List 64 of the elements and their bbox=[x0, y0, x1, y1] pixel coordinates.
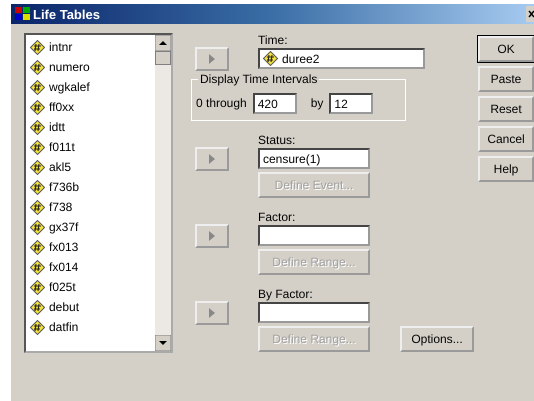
play-icon bbox=[209, 54, 215, 64]
numeric-variable-icon bbox=[30, 120, 45, 134]
window-title: Life Tables bbox=[33, 6, 100, 22]
scroll-up-icon[interactable] bbox=[155, 35, 171, 51]
numeric-variable-icon bbox=[30, 220, 45, 234]
by-label: by bbox=[310, 96, 324, 110]
dialog-button[interactable]: Cancel bbox=[478, 126, 534, 152]
numeric-variable-icon bbox=[30, 140, 45, 154]
list-item[interactable]: gx37f bbox=[49, 220, 78, 234]
through-label: 0 through bbox=[196, 96, 247, 110]
list-item[interactable]: f736b bbox=[49, 180, 80, 194]
dialog-button[interactable]: Reset bbox=[478, 96, 534, 122]
numeric-variable-icon bbox=[30, 260, 45, 274]
options-button[interactable]: Options... bbox=[400, 326, 474, 352]
list-item[interactable]: wgkalef bbox=[49, 80, 90, 94]
field-label: By Factor: bbox=[258, 287, 314, 301]
move-right-button[interactable] bbox=[195, 147, 229, 171]
move-right-button[interactable] bbox=[195, 47, 229, 71]
numeric-variable-icon bbox=[263, 51, 278, 66]
dialog-button[interactable]: OK bbox=[478, 36, 534, 62]
time-label: Time: bbox=[258, 33, 289, 47]
through-field[interactable]: 420 bbox=[252, 93, 297, 114]
numeric-variable-icon bbox=[30, 320, 45, 334]
numeric-variable-icon bbox=[30, 280, 45, 294]
list-item[interactable]: intnr bbox=[49, 40, 72, 54]
field-label: Status: bbox=[258, 133, 296, 147]
list-item[interactable]: f011t bbox=[49, 140, 75, 154]
numeric-variable-icon bbox=[30, 80, 45, 94]
numeric-variable-icon bbox=[30, 160, 45, 174]
field-label: Factor: bbox=[258, 210, 296, 224]
list-item[interactable]: f025t bbox=[49, 280, 76, 294]
by-field[interactable]: 12 bbox=[329, 93, 374, 114]
list-item[interactable]: fx013 bbox=[49, 240, 78, 254]
numeric-variable-icon bbox=[30, 200, 45, 214]
close-icon[interactable] bbox=[526, 6, 534, 22]
play-icon bbox=[209, 154, 215, 164]
dialog-button[interactable]: Paste bbox=[478, 66, 534, 92]
numeric-variable-icon bbox=[30, 40, 45, 54]
variable-field[interactable] bbox=[258, 302, 370, 323]
list-item[interactable]: datfin bbox=[49, 320, 78, 334]
list-item[interactable]: debut bbox=[49, 300, 80, 314]
numeric-variable-icon bbox=[30, 60, 45, 74]
dialog-button[interactable]: Help bbox=[478, 156, 534, 182]
numeric-variable-icon bbox=[30, 240, 45, 254]
grid-icon bbox=[15, 7, 31, 21]
play-icon bbox=[209, 308, 215, 318]
numeric-variable-icon bbox=[30, 180, 45, 194]
group-title: Display Time Intervals bbox=[198, 72, 320, 86]
time-field[interactable]: duree2 bbox=[258, 48, 425, 69]
list-item[interactable]: fx014 bbox=[49, 260, 78, 274]
variable-field[interactable] bbox=[258, 225, 370, 246]
list-item[interactable]: akl5 bbox=[49, 160, 72, 174]
scroll-thumb[interactable] bbox=[155, 51, 171, 65]
scroll-down-icon[interactable] bbox=[155, 335, 171, 351]
list-item[interactable]: f738 bbox=[49, 200, 72, 214]
scrollbar[interactable] bbox=[155, 35, 171, 351]
list-item[interactable]: idtt bbox=[49, 120, 66, 134]
numeric-variable-icon bbox=[30, 100, 45, 114]
move-right-button[interactable] bbox=[195, 301, 229, 325]
list-item[interactable]: ff0xx bbox=[49, 100, 74, 114]
numeric-variable-icon bbox=[30, 300, 45, 314]
list-item[interactable]: numero bbox=[49, 60, 90, 74]
play-icon bbox=[209, 231, 215, 241]
move-right-button[interactable] bbox=[195, 224, 229, 248]
